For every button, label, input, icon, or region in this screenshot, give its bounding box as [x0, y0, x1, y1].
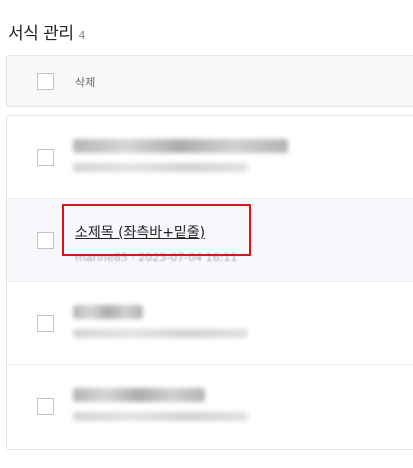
- list-item[interactable]: [7, 282, 413, 365]
- item-title-link[interactable]: 소제목 (좌측바+밑줄): [75, 222, 205, 242]
- item-checkbox[interactable]: [37, 398, 54, 415]
- blurred-item-title[interactable]: [73, 305, 143, 319]
- page-title-row: 서식 관리 4: [8, 19, 85, 44]
- template-list: 소제목 (좌측바+밑줄) marine85 · 2023-07-04 16:11: [6, 115, 413, 450]
- template-manager-page: 서식 관리 4 삭제 소제목 (좌측바+밑줄) marine85 · 2023-…: [0, 0, 413, 468]
- blurred-item-title[interactable]: [73, 388, 205, 402]
- item-checkbox[interactable]: [37, 315, 54, 332]
- select-all-checkbox[interactable]: [37, 73, 54, 90]
- item-checkbox[interactable]: [37, 232, 54, 249]
- blurred-item-meta: [73, 329, 248, 338]
- blurred-item-meta: [73, 163, 248, 172]
- list-item[interactable]: 소제목 (좌측바+밑줄) marine85 · 2023-07-04 16:11: [7, 199, 413, 282]
- list-item[interactable]: [7, 365, 413, 448]
- page-title: 서식 관리: [8, 24, 74, 44]
- delete-button[interactable]: 삭제: [75, 74, 95, 90]
- item-checkbox[interactable]: [37, 149, 54, 166]
- item-meta: marine85 · 2023-07-04 16:11: [75, 251, 238, 264]
- blurred-item-title[interactable]: [73, 139, 288, 153]
- list-header-bar: 삭제: [6, 55, 413, 107]
- list-item[interactable]: [7, 116, 413, 199]
- item-count: 4: [78, 29, 86, 42]
- blurred-item-meta: [73, 412, 248, 421]
